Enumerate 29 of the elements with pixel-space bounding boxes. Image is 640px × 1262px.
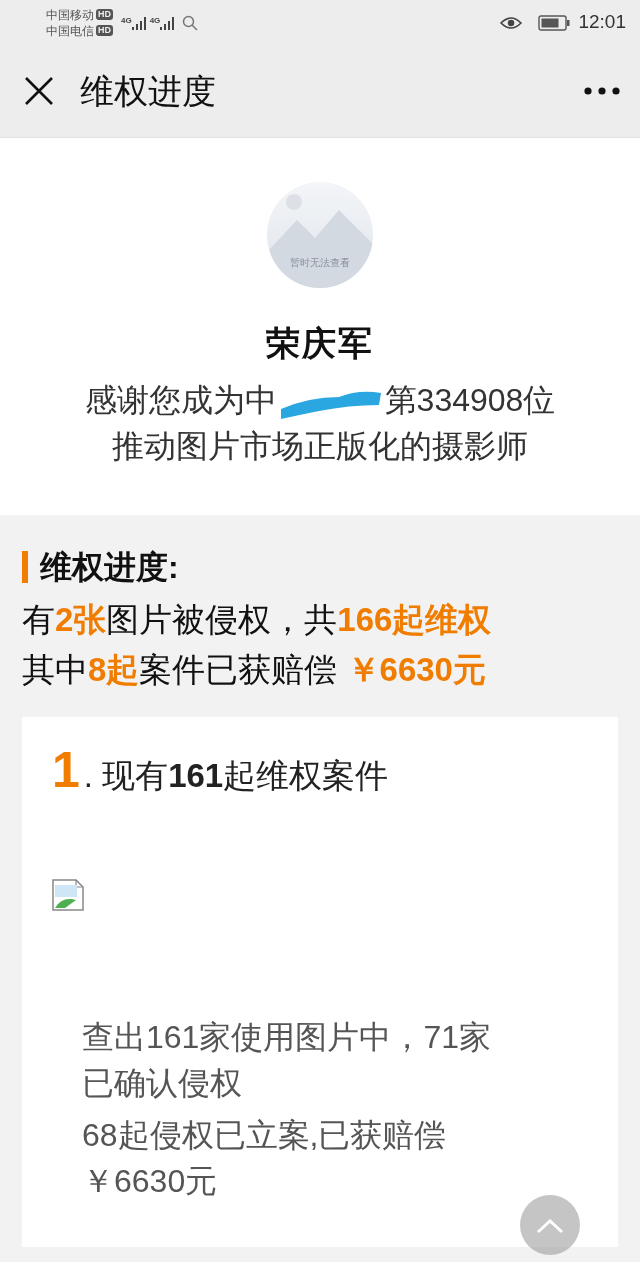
summary-text: 其中8起案件已获赔偿 ￥6630元 xyxy=(22,650,487,690)
accent-bar xyxy=(22,551,28,583)
close-button[interactable] xyxy=(24,76,54,106)
status-time: 12:01 xyxy=(578,10,626,35)
hd-badge: HD xyxy=(96,9,113,20)
detail-text: 68起侵权已立案,已获赔偿￥6630元 xyxy=(82,1115,448,1201)
eye-icon xyxy=(500,15,523,30)
placeholder-text: 暂时无法查看 xyxy=(289,256,351,270)
network-label: 4G xyxy=(121,15,132,25)
summary-text: 有2张图片被侵权，共166起维权 xyxy=(22,600,493,640)
more-button[interactable] xyxy=(584,86,620,96)
battery-icon xyxy=(538,14,571,31)
section-heading: 维权进度: xyxy=(40,548,179,587)
detail-text: 查出161家使用图片中，71家已确认侵权 xyxy=(82,1017,492,1103)
case-title: . 现有161起维权案件 xyxy=(83,756,389,796)
hd-badge: HD xyxy=(96,25,113,36)
case-number: 1 xyxy=(52,743,80,797)
broken-image-icon xyxy=(52,878,84,911)
signal-icon xyxy=(131,15,146,30)
network-label: 4G xyxy=(149,15,161,25)
signal-icon xyxy=(160,15,175,30)
search-icon xyxy=(182,14,199,31)
page-title: 维权进度 xyxy=(80,70,216,112)
carrier-name: 中国电信 xyxy=(46,23,94,39)
thanks-text: 第334908位 xyxy=(384,382,556,418)
thanks-text: 感谢您成为中 xyxy=(84,382,277,418)
carrier-name: 中国移动 xyxy=(46,7,94,23)
thanks-text: 推动图片市场正版化的摄影师 xyxy=(112,427,528,466)
user-name: 荣庆军 xyxy=(266,323,374,364)
